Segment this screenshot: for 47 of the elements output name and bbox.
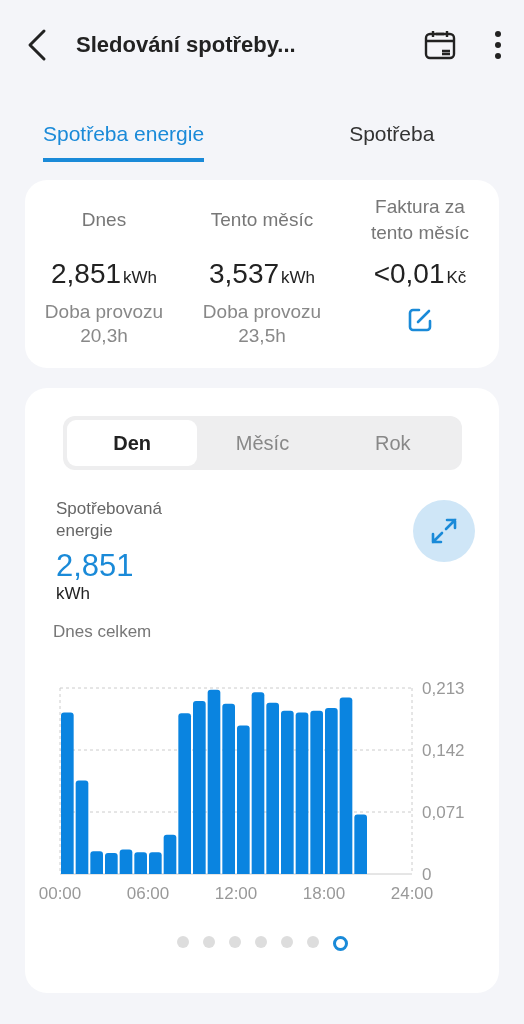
edit-icon[interactable]	[406, 306, 434, 334]
back-button[interactable]	[26, 28, 48, 62]
page-indicator-dot[interactable]	[332, 936, 348, 951]
calendar-icon[interactable]	[424, 30, 456, 60]
tab[interactable]: Spotřeba energie	[43, 90, 205, 162]
chart-caption: Dnes celkem	[53, 622, 153, 642]
period-tab[interactable]: Rok	[327, 420, 458, 466]
chart-bar	[119, 849, 133, 874]
page-indicator-dot[interactable]	[202, 936, 215, 948]
expand-icon	[430, 517, 458, 545]
page-indicator-dot[interactable]	[280, 936, 293, 948]
period-tab[interactable]: Měsíc	[197, 420, 328, 466]
runtime-label: Doba provozu	[44, 300, 164, 324]
period-tab[interactable]: Den	[67, 420, 198, 466]
runtime-label: Doba provozu	[202, 300, 322, 324]
energy-value: 2,851	[56, 548, 135, 584]
y-tick-label: 0,142	[422, 741, 465, 760]
stat-value: <0,01	[373, 258, 445, 290]
screen-title: Sledování spotřeby...	[76, 32, 297, 58]
unit-label: kWh	[56, 584, 91, 604]
chart-bar	[105, 853, 118, 874]
x-tick-label: 00:00	[38, 884, 82, 903]
unit-label: Kč	[446, 268, 467, 288]
stat-label: Faktura za tento měsíc	[369, 195, 471, 245]
runtime-value: 23,5h	[238, 324, 286, 348]
stat-label: Tento měsíc	[210, 208, 314, 232]
page-indicator-dot[interactable]	[228, 936, 241, 948]
unit-label: kWh	[123, 268, 158, 288]
runtime-value: 20,3h	[80, 324, 128, 348]
y-tick-label: 0,213	[422, 679, 465, 698]
more-options-icon[interactable]	[494, 30, 502, 60]
page-indicator-dot[interactable]	[254, 936, 267, 948]
x-tick-label: 12:00	[214, 884, 258, 903]
x-tick-label: 18:00	[302, 884, 346, 903]
energy-label: Spotřebovaná energie	[56, 498, 163, 542]
unit-label: kWh	[281, 268, 316, 288]
tab[interactable]: Spotřeba	[349, 90, 435, 162]
x-tick-label: 24:00	[390, 884, 434, 903]
y-tick-label: 0	[422, 865, 432, 884]
page-indicator-dot[interactable]	[306, 936, 319, 948]
x-tick-label: 06:00	[126, 884, 170, 903]
stat-value: 3,537	[208, 258, 280, 290]
stat-value: 2,851	[50, 258, 122, 290]
page-indicator-dot[interactable]	[176, 936, 189, 948]
stat-label: Dnes	[81, 208, 127, 232]
y-tick-label: 0,071	[422, 803, 465, 822]
chart-bar	[134, 852, 147, 874]
